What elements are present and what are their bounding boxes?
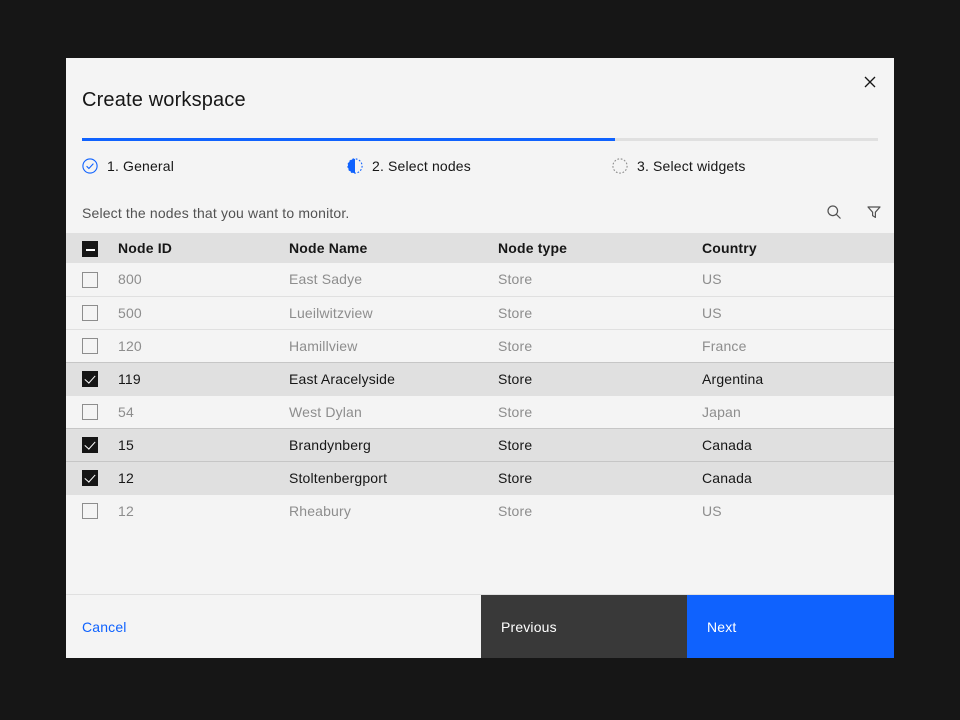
- table-row[interactable]: 54 West Dylan Store Japan: [66, 395, 894, 428]
- progress-track: [82, 138, 878, 141]
- row-checkbox[interactable]: [82, 371, 98, 388]
- table-row[interactable]: 500 Lueilwitzview Store US: [66, 296, 894, 329]
- filter-icon: [866, 204, 882, 223]
- cell-node-type: Store: [498, 271, 533, 288]
- cell-node-name: West Dylan: [289, 403, 362, 420]
- row-checkbox[interactable]: [82, 271, 98, 288]
- close-button[interactable]: [846, 58, 894, 106]
- table-header-row: Node ID Node Name Node type Country: [66, 233, 894, 263]
- cell-node-name: East Aracelyside: [289, 370, 396, 387]
- table-row[interactable]: 120 Hamillview Store France: [66, 329, 894, 362]
- row-select-cell: [66, 428, 118, 461]
- progress-step-label: 3. Select widgets: [637, 158, 746, 174]
- progress-step-select-widgets[interactable]: 3. Select widgets: [612, 157, 746, 175]
- cell-node-name: East Sadye: [289, 271, 363, 288]
- progress-step-label: 1. General: [107, 158, 174, 174]
- cell-node-id: 119: [118, 370, 141, 387]
- page-title: Create workspace: [82, 89, 246, 111]
- cell-node-type: Store: [498, 502, 533, 519]
- close-icon: [862, 74, 878, 90]
- table-row[interactable]: 15 Brandynberg Store Canada: [66, 428, 894, 461]
- nodes-table: Node ID Node Name Node type Country 800 E…: [66, 233, 894, 527]
- cell-country: US: [702, 502, 722, 519]
- cell-node-id: 12: [118, 502, 134, 519]
- cell-node-id: 120: [118, 337, 142, 354]
- cell-node-type: Store: [498, 370, 533, 387]
- table-body: 800 East Sadye Store US 500 Lueilwitzview Stor…: [66, 263, 894, 527]
- cell-country: France: [702, 337, 747, 354]
- search-icon: [826, 204, 842, 223]
- column-header-node-name[interactable]: Node Name: [289, 233, 498, 263]
- select-all-checkbox[interactable]: [82, 240, 98, 257]
- create-workspace-modal: Create workspace 1. General 2. Select no…: [66, 58, 894, 658]
- progress-step-label: 2. Select nodes: [372, 158, 471, 174]
- modal-header: Create workspace: [66, 58, 894, 138]
- table-row[interactable]: 12 Stoltenbergport Store Canada: [66, 461, 894, 494]
- column-header-node-type[interactable]: Node type: [498, 233, 702, 263]
- select-all-header: [66, 233, 118, 263]
- cell-node-type: Store: [498, 337, 533, 354]
- progress-step-general[interactable]: 1. General: [82, 157, 347, 175]
- cell-node-type: Store: [498, 436, 533, 453]
- table-description: Select the nodes that you want to monito…: [82, 205, 350, 221]
- filter-button[interactable]: [854, 193, 894, 233]
- row-checkbox[interactable]: [82, 503, 98, 520]
- cell-node-id: 54: [118, 403, 134, 420]
- row-select-cell: [66, 296, 118, 329]
- table-toolbar: Select the nodes that you want to monito…: [66, 193, 894, 233]
- modal-backdrop: Create workspace 1. General 2. Select no…: [0, 0, 960, 720]
- row-select-cell: [66, 494, 118, 527]
- table-row[interactable]: 800 East Sadye Store US: [66, 263, 894, 296]
- search-button[interactable]: [814, 193, 854, 233]
- cell-node-id: 12: [118, 469, 134, 486]
- table-row[interactable]: 119 East Aracelyside Store Argentina: [66, 362, 894, 395]
- row-checkbox[interactable]: [82, 338, 98, 355]
- row-select-cell: [66, 362, 118, 395]
- next-button[interactable]: Next: [687, 595, 894, 658]
- cell-node-type: Store: [498, 469, 533, 486]
- cell-country: Japan: [702, 403, 741, 420]
- previous-button[interactable]: Previous: [481, 595, 687, 658]
- cell-country: US: [702, 304, 722, 321]
- cell-node-name: Stoltenbergport: [289, 469, 388, 486]
- toolbar-actions: [814, 193, 894, 233]
- progress-step-select-nodes[interactable]: 2. Select nodes: [347, 157, 612, 175]
- modal-footer: Cancel Previous Next: [66, 594, 894, 658]
- cell-node-type: Store: [498, 403, 533, 420]
- cell-node-name: Brandynberg: [289, 436, 371, 453]
- table-row[interactable]: 12 Rheabury Store US: [66, 494, 894, 527]
- progress-indicator: 1. General 2. Select nodes 3. Select wid…: [66, 138, 894, 193]
- progress-steps: 1. General 2. Select nodes 3. Select wid…: [82, 141, 878, 193]
- cell-country: Canada: [702, 469, 753, 486]
- progress-fill: [82, 138, 616, 141]
- cell-node-id: 500: [118, 304, 142, 321]
- cell-country: US: [702, 271, 722, 288]
- cell-node-id: 15: [118, 436, 134, 453]
- nodes-table-area: Node ID Node Name Node type Country 800 E…: [66, 233, 894, 594]
- check-circle-icon: [82, 158, 98, 174]
- cell-node-type: Store: [498, 304, 533, 321]
- row-select-cell: [66, 461, 118, 494]
- cell-node-name: Hamillview: [289, 337, 358, 354]
- cell-node-id: 800: [118, 271, 142, 288]
- dashed-circle-icon: [612, 158, 628, 174]
- row-select-cell: [66, 263, 118, 296]
- table-head: Node ID Node Name Node type Country: [66, 233, 894, 263]
- column-header-country[interactable]: Country: [702, 233, 894, 263]
- cell-country: Canada: [702, 436, 753, 453]
- cell-node-name: Lueilwitzview: [289, 304, 373, 321]
- row-checkbox[interactable]: [82, 305, 98, 322]
- row-checkbox[interactable]: [82, 404, 98, 421]
- half-circle-icon: [347, 158, 363, 174]
- column-header-node-id[interactable]: Node ID: [118, 233, 289, 263]
- cell-node-name: Rheabury: [289, 502, 351, 519]
- row-checkbox[interactable]: [82, 470, 98, 487]
- cell-country: Argentina: [702, 370, 764, 387]
- row-select-cell: [66, 395, 118, 428]
- cancel-button[interactable]: Cancel: [66, 595, 481, 658]
- row-select-cell: [66, 329, 118, 362]
- row-checkbox[interactable]: [82, 437, 98, 454]
